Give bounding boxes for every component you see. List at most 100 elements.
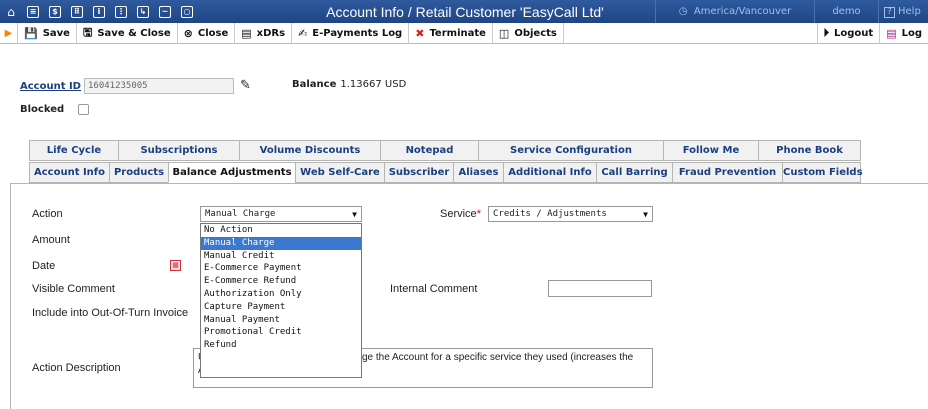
list-icon[interactable]: ≡: [22, 0, 44, 23]
logout-icon: ⏵: [823, 26, 830, 39]
action-dropdown-list[interactable]: No Action Manual Charge Manual Credit E-…: [200, 223, 362, 378]
tab-aliases[interactable]: Aliases: [453, 162, 503, 183]
network-icon[interactable]: ⋮: [110, 0, 132, 23]
service-label-text: Service: [440, 208, 477, 220]
user-link[interactable]: demo: [815, 0, 879, 23]
payment-icon: ✍: [298, 26, 308, 40]
help-link[interactable]: ? Help: [884, 0, 921, 23]
tab-notepad[interactable]: Notepad: [380, 140, 478, 161]
timezone-label: America/Vancouver: [693, 6, 792, 17]
close-icon: ⊗: [183, 26, 193, 40]
floppy-close-icon: 🖫: [82, 25, 93, 39]
close-button[interactable]: ⊗ Close: [178, 22, 236, 44]
floppy-icon: 💾: [24, 26, 38, 40]
log-icon: ▤: [886, 26, 897, 40]
tab-life-cycle[interactable]: Life Cycle: [29, 140, 118, 161]
include-invoice-label: Include into Out-Of-Turn Invoice: [32, 307, 189, 319]
close-label: Close: [197, 27, 229, 39]
save-close-button[interactable]: 🖫 Save & Close: [77, 22, 178, 44]
tab-subscriptions[interactable]: Subscriptions: [118, 140, 239, 161]
dollar-icon[interactable]: $: [44, 0, 66, 23]
tab-additional-info[interactable]: Additional Info: [503, 162, 596, 183]
objects-icon: ◫: [498, 26, 510, 40]
account-id-label[interactable]: Account ID: [20, 81, 81, 92]
document-icon: ▤: [241, 26, 252, 40]
amount-label: Amount: [32, 234, 70, 246]
chevron-down-icon: ▼: [352, 209, 357, 219]
save-label: Save: [42, 27, 70, 39]
clock-icon: ◷: [678, 6, 688, 17]
dropdown-option[interactable]: Manual Payment: [201, 314, 361, 327]
internal-comment-input[interactable]: [548, 280, 652, 297]
dropdown-option[interactable]: Manual Credit: [201, 250, 361, 263]
blocked-row: Blocked: [20, 104, 90, 115]
dropdown-option[interactable]: E-Commerce Payment: [201, 262, 361, 275]
action-label: Action: [32, 208, 63, 220]
account-id-row: Account ID 16041235005: [20, 78, 234, 94]
tab-service-configuration[interactable]: Service Configuration: [478, 140, 663, 161]
action-description-label: Action Description: [32, 362, 121, 374]
internal-comment-label: Internal Comment: [390, 283, 478, 295]
epayments-log-button[interactable]: ✍ E-Payments Log: [292, 22, 410, 44]
tab-custom-fields[interactable]: Custom Fields: [782, 162, 863, 183]
tabs-row-2: Account Info Products Balance Adjustment…: [29, 162, 863, 183]
timezone-link[interactable]: ◷ America/Vancouver: [655, 0, 815, 23]
help-icon: ?: [884, 7, 895, 18]
tab-products[interactable]: Products: [109, 162, 168, 183]
home-icon[interactable]: ⌂: [0, 0, 22, 23]
tab-web-self-care[interactable]: Web Self-Care: [295, 162, 384, 183]
blocked-checkbox[interactable]: [78, 104, 90, 115]
logout-label: Logout: [834, 27, 874, 39]
required-marker: *: [476, 208, 481, 220]
tab-call-barring[interactable]: Call Barring: [596, 162, 672, 183]
tab-subscriber[interactable]: Subscriber: [384, 162, 453, 183]
calendar-icon[interactable]: ▦: [170, 260, 181, 271]
service-label: Service*: [440, 208, 481, 220]
tabs-row-1: Life Cycle Subscriptions Volume Discount…: [29, 140, 861, 161]
balance-value: 1.13667 USD: [340, 79, 407, 90]
dropdown-option[interactable]: E-Commerce Refund: [201, 275, 361, 288]
logout-button[interactable]: ⏵ Logout: [816, 22, 880, 44]
window-title: Account Info / Retail Customer 'EasyCall…: [326, 3, 604, 20]
dropdown-option[interactable]: Authorization Only: [201, 288, 361, 301]
save-close-label: Save & Close: [97, 27, 171, 39]
expand-arrow-icon[interactable]: ▶: [0, 22, 18, 44]
dropdown-option[interactable]: Capture Payment: [201, 301, 361, 314]
objects-button[interactable]: ◫ Objects: [493, 22, 564, 44]
action-select[interactable]: Manual Charge ▼: [200, 206, 362, 222]
balance-display: Balance 1.13667 USD: [292, 79, 406, 90]
tab-account-info[interactable]: Account Info: [29, 162, 109, 183]
log-label: Log: [901, 27, 922, 39]
tab-follow-me[interactable]: Follow Me: [663, 140, 758, 161]
save-button[interactable]: 💾 Save: [18, 22, 77, 44]
edit-pencil-icon[interactable]: ✎: [240, 78, 251, 93]
top-bar: ⌂ ≡ $ ⠿ i ⋮ ↳ ~ ○ Account Info / Retail …: [0, 0, 928, 23]
tab-fraud-prevention[interactable]: Fraud Prevention: [672, 162, 782, 183]
balance-label: Balance: [292, 79, 337, 90]
terminate-button[interactable]: ✖ Terminate: [409, 22, 493, 44]
tab-volume-discounts[interactable]: Volume Discounts: [239, 140, 380, 161]
service-select-value: Credits / Adjustments: [493, 209, 607, 219]
chart-icon[interactable]: ~: [154, 0, 176, 23]
help-label: Help: [898, 6, 921, 17]
xdrs-label: xDRs: [256, 27, 286, 39]
date-label: Date: [32, 260, 56, 272]
terminate-icon: ✖: [415, 26, 425, 40]
dropdown-option-selected[interactable]: Manual Charge: [201, 236, 361, 250]
person-icon[interactable]: i: [88, 0, 110, 23]
log-button[interactable]: ▤ Log: [879, 22, 928, 44]
chevron-down-icon: ▼: [643, 209, 648, 219]
xdrs-button[interactable]: ▤ xDRs: [235, 22, 293, 44]
service-select[interactable]: Credits / Adjustments ▼: [488, 206, 653, 222]
tab-balance-adjustments[interactable]: Balance Adjustments: [168, 162, 295, 183]
visible-comment-label: Visible Comment: [32, 283, 115, 295]
dropdown-option[interactable]: Promotional Credit: [201, 326, 361, 339]
transfer-icon[interactable]: ↳: [132, 0, 154, 23]
search-icon[interactable]: ○: [176, 0, 198, 23]
dropdown-option[interactable]: Refund: [201, 339, 361, 352]
toolbar: ▶ 💾 Save 🖫 Save & Close ⊗ Close ▤ xDRs ✍ E-Pa…: [0, 22, 928, 44]
tab-phone-book[interactable]: Phone Book: [758, 140, 861, 161]
grid-icon[interactable]: ⠿: [66, 0, 88, 23]
dropdown-option[interactable]: No Action: [201, 224, 361, 237]
objects-label: Objects: [514, 27, 557, 39]
